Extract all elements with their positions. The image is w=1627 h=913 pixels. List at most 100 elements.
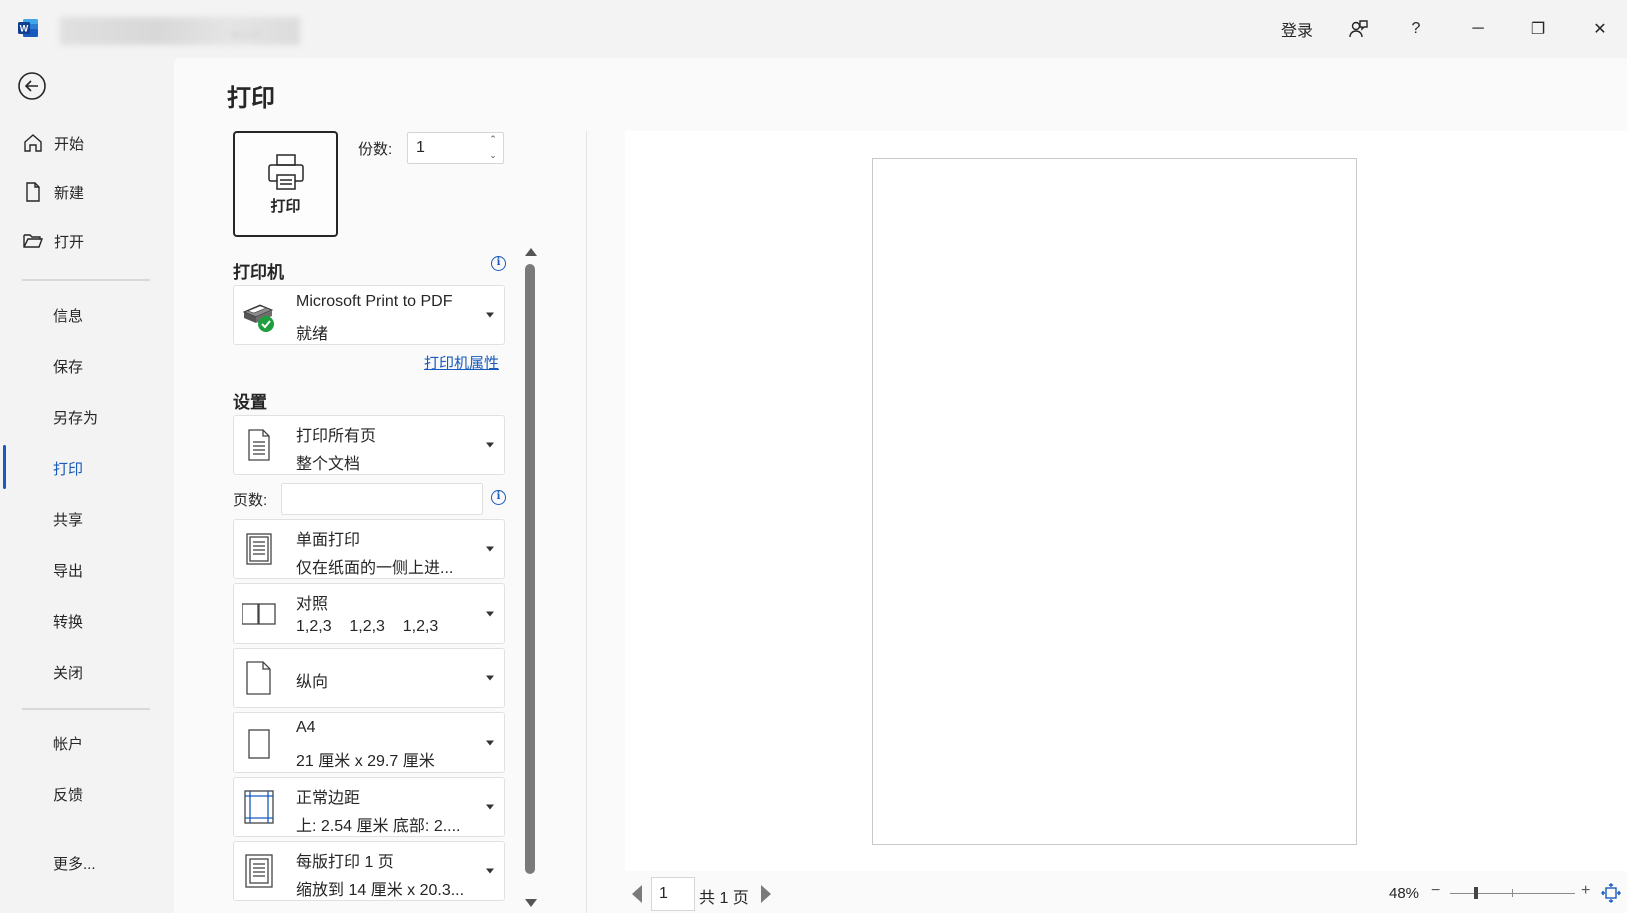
nav-divider xyxy=(22,708,150,710)
zoom-in-button[interactable]: + xyxy=(1581,882,1590,900)
sides-dropdown[interactable]: 单面打印 仅在纸面的一侧上进... xyxy=(233,519,505,579)
printer-properties-link[interactable]: 打印机属性 xyxy=(424,352,499,373)
paper-size-icon xyxy=(248,728,270,759)
nav-label: 新建 xyxy=(54,184,85,202)
chevron-down-icon xyxy=(486,312,494,318)
info-icon[interactable]: i xyxy=(491,256,506,271)
print-button-label: 打印 xyxy=(270,197,301,215)
nav-label: 开始 xyxy=(54,135,85,153)
page-total: 共 1 页 xyxy=(699,890,749,907)
pages-per-sheet-icon xyxy=(245,854,273,888)
pages-per-sheet-label: 每版打印 1 页 xyxy=(296,854,394,871)
panel-divider xyxy=(586,131,587,913)
minimize-button[interactable]: ─ xyxy=(1458,10,1498,48)
backstage-nav: 开始 新建 打开 信息 保存 另存为 打印 共享 导出 转换 关闭 帐户 反馈 … xyxy=(0,58,174,913)
help-button[interactable]: ? xyxy=(1396,10,1436,48)
one-sided-icon xyxy=(246,533,272,565)
collate-label: 对照 xyxy=(296,596,329,613)
collate-desc: 1,2,3 1,2,3 1,2,3 xyxy=(296,618,439,635)
nav-item-new[interactable]: 新建 xyxy=(0,172,174,212)
chevron-down-icon xyxy=(486,442,494,448)
sides-label: 单面打印 xyxy=(296,532,361,549)
preview-page xyxy=(872,158,1357,845)
nav-item-save-as[interactable]: 另存为 xyxy=(0,397,174,437)
settings-heading: 设置 xyxy=(233,393,267,412)
orientation-dropdown[interactable]: 纵向 xyxy=(233,648,505,708)
paper-size-label: A4 xyxy=(296,719,316,736)
paper-size-dropdown[interactable]: A4 21 厘米 x 29.7 厘米 xyxy=(233,712,505,773)
zoom-level[interactable]: 48% xyxy=(1389,885,1419,902)
info-icon[interactable]: i xyxy=(491,490,506,505)
chevron-down-icon xyxy=(486,546,494,552)
page-title: 打印 xyxy=(227,85,275,112)
orientation-label: 纵向 xyxy=(296,674,329,691)
fit-to-window-icon[interactable] xyxy=(1601,883,1621,903)
nav-item-account[interactable]: 帐户 xyxy=(0,723,174,763)
nav-label: 更多... xyxy=(53,855,96,873)
nav-label: 导出 xyxy=(53,562,84,580)
chevron-down-icon xyxy=(486,868,494,874)
pages-per-sheet-dropdown[interactable]: 每版打印 1 页 缩放到 14 厘米 x 20.3... xyxy=(233,841,505,901)
nav-label: 共享 xyxy=(53,511,84,529)
chevron-down-icon xyxy=(486,804,494,810)
print-button[interactable]: 打印 xyxy=(233,131,338,237)
margins-icon xyxy=(244,790,274,824)
feedback-icon xyxy=(1349,20,1368,38)
word-app-icon: W xyxy=(18,19,38,37)
printer-ready-icon xyxy=(242,304,274,332)
nav-item-home[interactable]: 开始 xyxy=(0,123,174,163)
print-range-desc: 整个文档 xyxy=(296,456,361,473)
document-title: ... . .. xyxy=(60,17,300,45)
sides-desc: 仅在纸面的一侧上进... xyxy=(296,560,454,577)
previous-page-button[interactable] xyxy=(632,885,642,903)
margins-dropdown[interactable]: 正常边距 上: 2.54 厘米 底部: 2.... xyxy=(233,777,505,837)
svg-text:W: W xyxy=(20,24,29,34)
nav-item-close[interactable]: 关闭 xyxy=(0,652,174,692)
close-button[interactable]: ✕ xyxy=(1580,10,1620,48)
nav-item-export[interactable]: 导出 xyxy=(0,550,174,590)
pages-per-sheet-desc: 缩放到 14 厘米 x 20.3... xyxy=(296,882,465,899)
printer-icon xyxy=(267,153,304,190)
chevron-down-icon xyxy=(486,740,494,745)
pages-label: 页数: xyxy=(233,492,268,509)
nav-item-open[interactable]: 打开 xyxy=(0,221,174,261)
home-icon xyxy=(24,134,42,152)
nav-item-print[interactable]: 打印 xyxy=(0,448,174,488)
restore-button[interactable]: ❐ xyxy=(1518,10,1558,48)
collate-dropdown[interactable]: 对照 1,2,3 1,2,3 1,2,3 xyxy=(233,583,505,644)
nav-label: 保存 xyxy=(53,358,84,376)
nav-label: 关闭 xyxy=(53,664,84,682)
pages-input[interactable] xyxy=(281,483,483,515)
printer-name: Microsoft Print to PDF xyxy=(296,293,453,310)
chevron-down-icon xyxy=(486,675,494,681)
nav-item-save[interactable]: 保存 xyxy=(0,346,174,386)
next-page-button[interactable] xyxy=(761,885,771,903)
copies-decrement[interactable]: ⌄ xyxy=(486,150,500,162)
print-range-dropdown[interactable]: 打印所有页 整个文档 xyxy=(233,415,505,475)
nav-label: 转换 xyxy=(53,613,84,631)
printer-status: 就绪 xyxy=(296,326,329,343)
nav-label: 信息 xyxy=(53,307,84,325)
settings-scrollbar-thumb[interactable] xyxy=(525,264,535,874)
nav-item-info[interactable]: 信息 xyxy=(0,295,174,335)
zoom-out-button[interactable]: − xyxy=(1431,882,1440,900)
nav-item-transform[interactable]: 转换 xyxy=(0,601,174,641)
scroll-down-arrow[interactable] xyxy=(525,899,537,907)
all-pages-icon xyxy=(248,429,270,461)
portrait-icon xyxy=(246,661,271,695)
page-number-input[interactable]: 1 xyxy=(651,877,695,911)
paper-size-desc: 21 厘米 x 29.7 厘米 xyxy=(296,753,435,770)
feedback-button[interactable] xyxy=(1338,10,1378,48)
zoom-slider-thumb[interactable] xyxy=(1474,887,1479,899)
nav-item-share[interactable]: 共享 xyxy=(0,499,174,539)
copies-increment[interactable]: ⌃ xyxy=(486,134,500,146)
nav-item-more[interactable]: 更多... xyxy=(0,843,174,883)
nav-label: 帐户 xyxy=(53,735,84,753)
back-arrow-icon[interactable] xyxy=(17,71,47,101)
nav-item-feedback[interactable]: 反馈 xyxy=(0,774,174,814)
printer-dropdown[interactable]: Microsoft Print to PDF 就绪 xyxy=(233,285,505,345)
scroll-up-arrow[interactable] xyxy=(525,248,537,256)
zoom-slider-center-tick xyxy=(1512,889,1513,897)
sign-in-button[interactable]: 登录 xyxy=(1272,10,1322,48)
margins-label: 正常边距 xyxy=(296,790,361,807)
